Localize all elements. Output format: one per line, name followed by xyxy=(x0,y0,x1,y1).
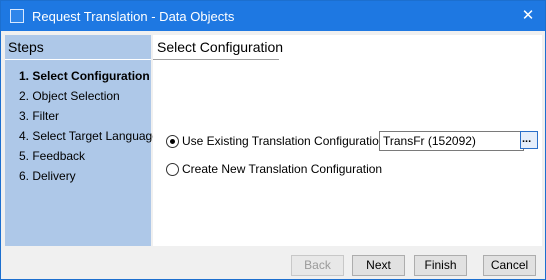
configuration-field[interactable]: TransFr (152092) xyxy=(379,131,524,151)
use-existing-label[interactable]: Use Existing Translation Configuration xyxy=(182,134,385,148)
step-filter: 3. Filter xyxy=(19,109,60,123)
ellipsis-icon: ... xyxy=(522,133,532,145)
title-underline xyxy=(153,59,279,60)
browse-button[interactable]: ... xyxy=(520,131,538,149)
step-feedback: 5. Feedback xyxy=(19,149,86,163)
page-title: Select Configuration xyxy=(157,39,284,55)
finish-button[interactable]: Finish xyxy=(414,255,467,276)
close-button[interactable]: ✕ xyxy=(511,1,545,31)
window-title: Request Translation - Data Objects xyxy=(32,9,235,24)
steps-panel: Steps 1. Select Configuration 2. Object … xyxy=(5,35,159,246)
radio-selected-dot xyxy=(170,139,175,144)
step-object-selection: 2. Object Selection xyxy=(19,89,120,103)
content-panel: Select Configuration Use Existing Transl… xyxy=(153,35,542,246)
create-new-radio[interactable] xyxy=(166,163,179,176)
steps-divider xyxy=(5,59,151,60)
use-existing-radio[interactable] xyxy=(166,135,179,148)
steps-header: Steps xyxy=(8,39,44,55)
cancel-button[interactable]: Cancel xyxy=(483,255,536,276)
create-new-label[interactable]: Create New Translation Configuration xyxy=(182,162,382,176)
window-icon xyxy=(10,9,24,23)
step-delivery: 6. Delivery xyxy=(19,169,76,183)
back-button[interactable]: Back xyxy=(291,255,344,276)
button-bar: Back Next Finish Cancel xyxy=(2,248,544,278)
dialog-window: Request Translation - Data Objects ✕ Ste… xyxy=(0,0,546,280)
title-bar[interactable]: Request Translation - Data Objects ✕ xyxy=(1,1,545,31)
next-button[interactable]: Next xyxy=(352,255,405,276)
step-select-target-language: 4. Select Target Language xyxy=(19,129,159,143)
step-select-configuration: 1. Select Configuration xyxy=(19,69,150,83)
